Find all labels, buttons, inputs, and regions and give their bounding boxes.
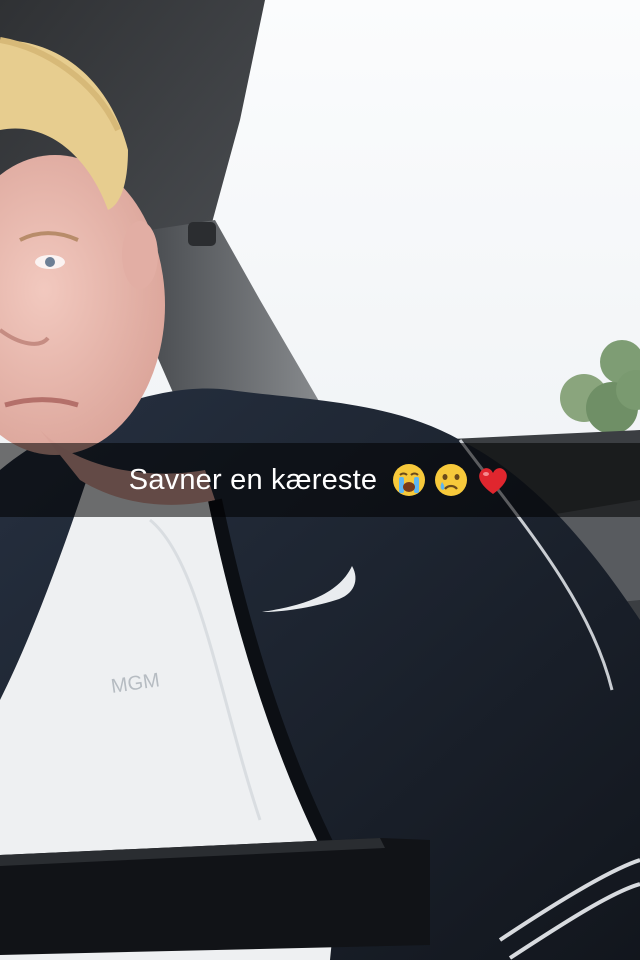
caption-text: Savner en kæreste <box>128 463 378 496</box>
crying-face-icon <box>433 462 469 498</box>
caption-bar: Savner en kæreste <box>0 443 640 517</box>
caption-emojis <box>391 462 511 498</box>
loudly-crying-face-icon <box>391 462 427 498</box>
red-heart-icon <box>475 462 511 498</box>
